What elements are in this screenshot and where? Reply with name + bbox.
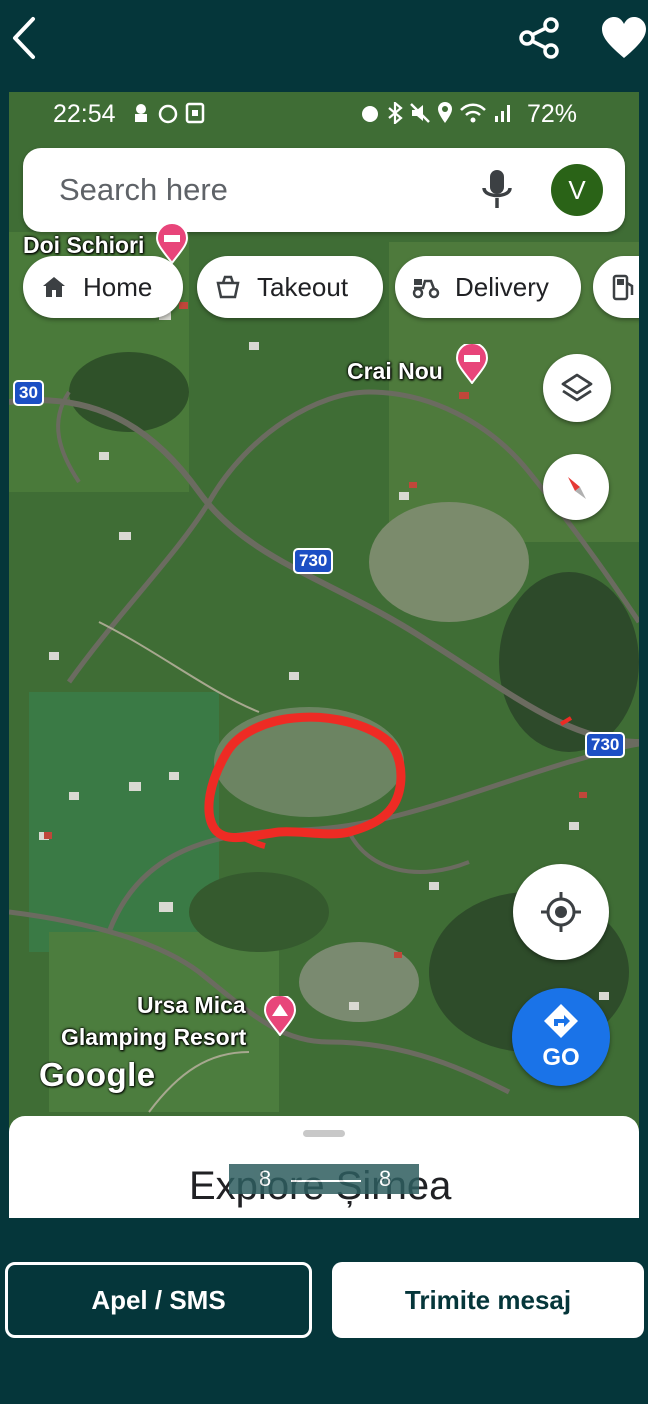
category-chips: Home Takeout Delivery: [23, 256, 639, 320]
share-icon: [519, 17, 559, 59]
chip-gas[interactable]: [593, 256, 639, 318]
chip-label: Takeout: [257, 271, 349, 302]
top-app-bar: [0, 0, 648, 90]
campground-pin-icon[interactable]: [263, 996, 297, 1036]
account-avatar[interactable]: V: [551, 164, 603, 216]
google-logo: Google: [39, 1056, 156, 1093]
compass-icon: [568, 477, 586, 499]
place-label-ursa-mica-1[interactable]: Ursa Mica: [137, 992, 246, 1019]
overlay-number-left: 8: [259, 1166, 272, 1191]
go-label: GO: [542, 1044, 580, 1071]
back-button[interactable]: [0, 10, 48, 66]
chip-takeout[interactable]: Takeout: [197, 256, 383, 318]
heart-icon: [602, 17, 646, 58]
call-sms-label: Apel / SMS: [91, 1284, 226, 1315]
place-label-ursa-mica-2[interactable]: Glamping Resort: [61, 1024, 246, 1051]
chip-label: Home: [83, 271, 153, 302]
road-shield-730-right: 730: [585, 732, 626, 758]
chip-home[interactable]: Home: [23, 256, 183, 318]
battery-percent: 72%: [527, 100, 578, 128]
system-icons: [359, 102, 511, 124]
call-sms-button[interactable]: Apel / SMS: [5, 1262, 312, 1338]
search-placeholder: Search here: [59, 172, 228, 207]
overlay-line: [291, 1180, 361, 1182]
location-icon: [438, 102, 452, 123]
chip-label: Delivery: [455, 271, 549, 302]
road-shield-30: 30: [13, 380, 44, 406]
timer-icon: [158, 104, 178, 124]
avatar-letter: V: [568, 174, 586, 205]
home-icon: [39, 272, 69, 302]
directions-icon: [544, 1004, 578, 1038]
gas-station-icon: [609, 272, 639, 302]
search-bar[interactable]: Search here V: [23, 148, 625, 232]
my-location-button[interactable]: [513, 864, 609, 960]
chip-delivery[interactable]: Delivery: [395, 256, 581, 318]
explore-sheet[interactable]: Explore Șirnea 8 8: [9, 1116, 639, 1218]
signal-icon: [495, 105, 510, 122]
status-bar: 22:54 72%: [9, 92, 639, 136]
mute-icon: [410, 103, 430, 123]
notification-icon: [135, 104, 147, 122]
road-shield-730: 730: [293, 548, 334, 574]
wifi-icon: [460, 103, 486, 123]
delivery-icon: [411, 272, 441, 302]
crosshair-icon: [541, 892, 581, 932]
go-button[interactable]: GO: [512, 988, 610, 1086]
layers-button[interactable]: [543, 354, 611, 422]
status-time: 22:54: [53, 100, 116, 128]
layers-icon: [561, 373, 593, 402]
share-button[interactable]: [510, 12, 568, 64]
notification-icons: [131, 102, 205, 124]
hotel-pin-icon[interactable]: [455, 344, 489, 384]
send-message-button[interactable]: Trimite mesaj: [332, 1262, 644, 1338]
send-message-label: Trimite mesaj: [404, 1284, 572, 1315]
takeout-icon: [213, 272, 243, 302]
bluetooth-icon: [388, 102, 403, 124]
compass-button[interactable]: [543, 454, 609, 520]
place-label-crai-nou[interactable]: Crai Nou: [347, 358, 443, 385]
battery-level: 72%: [527, 100, 577, 129]
alarm-icon: [362, 106, 378, 122]
overlay-number-right: 8: [379, 1166, 392, 1191]
place-label-doi-schiori[interactable]: Doi Schiori: [23, 232, 144, 259]
map-screenshot[interactable]: 22:54 72% Search here V Doi Schiori Crai…: [9, 92, 639, 1218]
microphone-icon[interactable]: [477, 168, 517, 212]
sheet-handle[interactable]: [303, 1130, 345, 1137]
favorite-button[interactable]: [600, 10, 648, 66]
media-overlay: 8 8: [229, 1164, 419, 1194]
chevron-left-icon: [13, 17, 35, 59]
screenshot-icon: [185, 102, 205, 124]
